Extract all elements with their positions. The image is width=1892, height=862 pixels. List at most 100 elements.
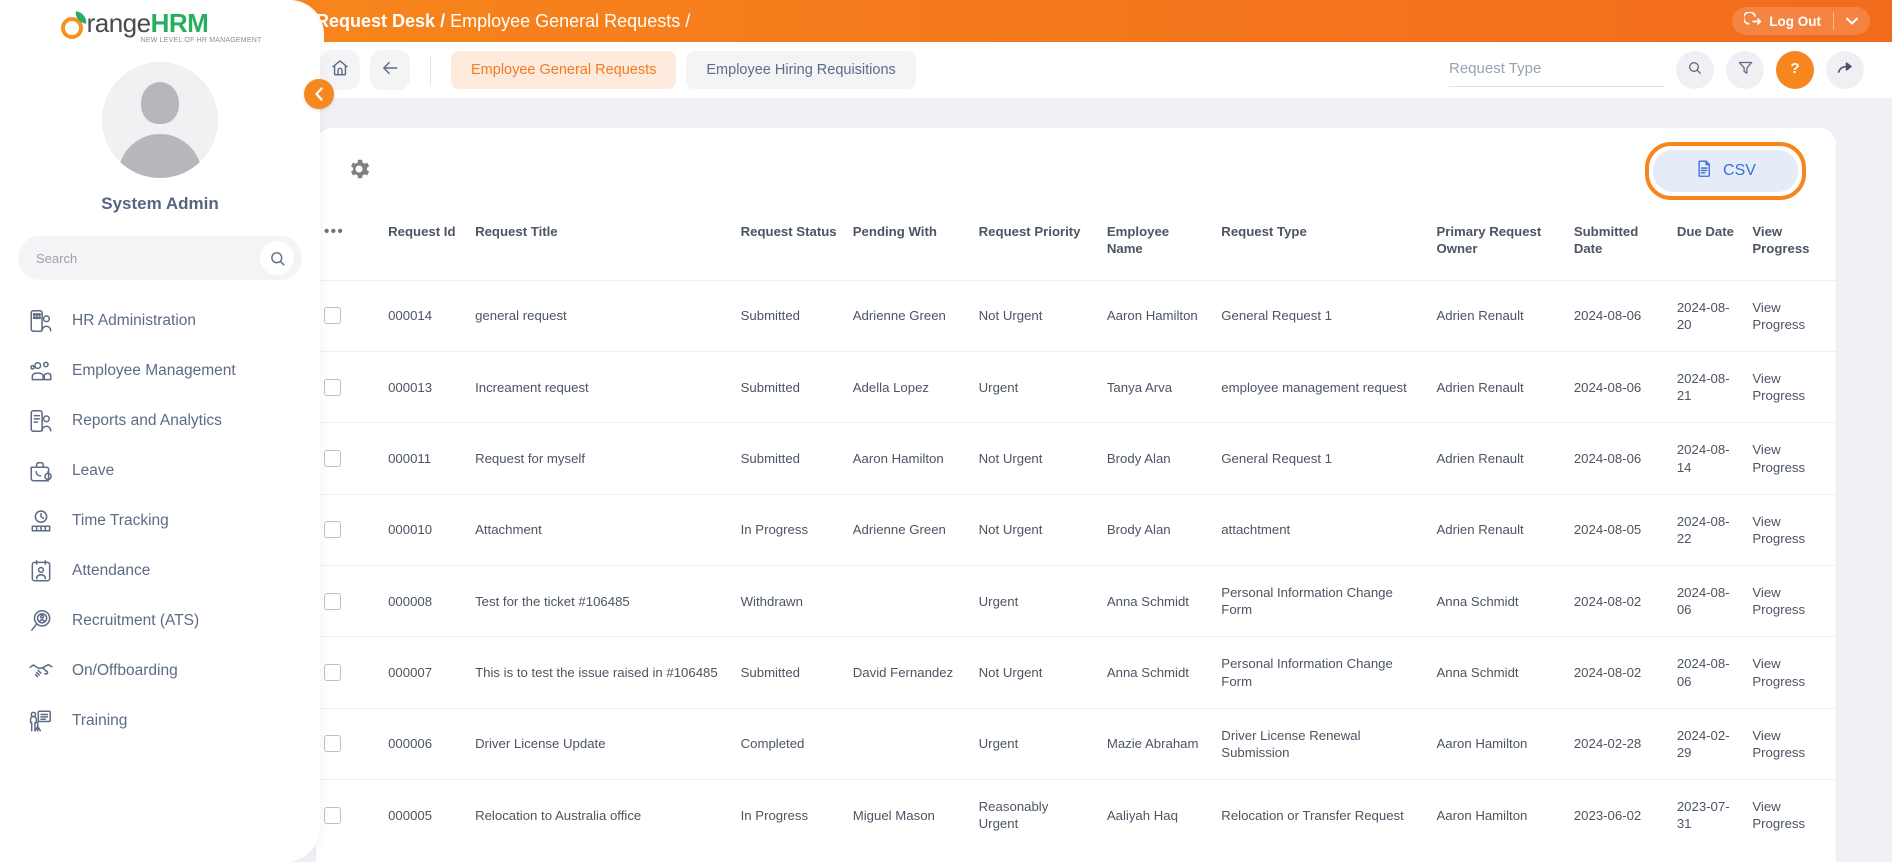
view-progress-link[interactable]: View Progress [1744,707,1836,780]
row-checkbox-cell[interactable] [316,351,381,423]
recruitment-icon [26,606,56,636]
row-checkbox[interactable] [324,806,341,824]
sidebar-item-label: Training [72,712,128,729]
row-checkbox-cell[interactable] [316,636,381,709]
row-checkbox-cell[interactable] [316,778,381,851]
cell-request-status: Submitted [732,636,845,709]
cell-request-title: Request for myself [467,422,733,495]
share-icon [1836,59,1854,82]
cell-employee-name: Aaliyah Haq [1098,778,1214,851]
column-header-submitted-date[interactable]: Submitted Date [1566,214,1669,280]
cell-due-date: 2024-08-21 [1668,351,1745,423]
table-row[interactable]: 000013 Increament request Submitted Adella … [316,351,1836,423]
cell-submitted-date: 2024-08-06 [1565,279,1669,352]
settings-button[interactable] [346,156,372,187]
view-progress-link[interactable]: View Progress [1744,565,1836,637]
sidebar-item-training[interactable]: Training [0,696,320,746]
column-header-request-id[interactable]: Request Id [380,214,467,280]
request-type-field[interactable] [1449,53,1664,87]
row-checkbox[interactable] [324,378,341,396]
view-progress-link[interactable]: View Progress [1744,279,1836,352]
column-header-request-type[interactable]: Request Type [1213,214,1428,280]
table-row[interactable]: 000005 Relocation to Australia office In P… [316,778,1836,851]
share-button[interactable] [1826,51,1864,89]
cell-due-date: 2023-07-31 [1668,778,1745,851]
table-row[interactable]: 000008 Test for the ticket #106485 Withdra… [316,565,1836,637]
sidebar-nav: HR Administration Employee Management Re… [0,296,320,746]
sidebar-item-label: Reports and Analytics [72,412,222,429]
tab-employee-general-requests[interactable]: Employee General Requests [451,51,677,89]
column-header-view-progress[interactable]: View Progress [1744,214,1836,280]
help-button[interactable]: ? [1776,51,1814,89]
avatar[interactable] [0,62,320,178]
help-icon: ? [1785,58,1805,83]
column-header-request-title[interactable]: Request Title [467,214,733,280]
sidebar-item-label: Time Tracking [72,512,169,529]
column-header-request-status[interactable]: Request Status [733,214,845,280]
cell-primary-request-owner: Adrien Renault [1428,493,1566,566]
search-input[interactable] [36,250,260,266]
column-header-primary-request-owner[interactable]: Primary Request Owner [1428,214,1565,280]
column-header-pending-with[interactable]: Pending With [845,214,971,280]
column-header-due-date[interactable]: Due Date [1669,214,1745,280]
row-checkbox[interactable] [324,521,341,539]
sidebar-collapse-button[interactable] [304,79,334,109]
row-checkbox[interactable] [324,735,341,753]
view-progress-link[interactable]: View Progress [1744,422,1836,495]
tab-employee-hiring-requisitions[interactable]: Employee Hiring Requisitions [686,51,916,89]
view-progress-link[interactable]: View Progress [1744,351,1836,423]
cell-submitted-date: 2024-08-05 [1565,493,1669,566]
breadcrumb-separator: / [435,10,451,31]
request-type-input[interactable] [1449,53,1664,87]
row-checkbox-cell[interactable] [316,279,381,352]
row-checkbox-cell[interactable] [316,565,381,637]
sidebar-item-attendance[interactable]: Attendance [0,546,320,596]
back-arrow-icon [380,58,400,83]
csv-export-button[interactable]: CSV [1653,150,1798,192]
view-progress-link[interactable]: View Progress [1744,493,1836,566]
cell-request-status: Withdrawn [732,565,845,637]
breadcrumb-root[interactable]: Request Desk [316,11,435,31]
cell-employee-name: Mazie Abraham [1098,707,1214,780]
table-row[interactable]: 000014 general request Submitted Adrienne G… [316,279,1836,352]
column-header-employee-name[interactable]: Employee Name [1099,214,1213,280]
row-checkbox-cell[interactable] [316,493,381,566]
sidebar-item-recruitment[interactable]: Recruitment (ATS) [0,596,320,646]
row-checkbox[interactable] [324,450,341,468]
sidebar-item-hr-administration[interactable]: HR Administration [0,296,320,346]
view-progress-link[interactable]: View Progress [1744,778,1836,851]
cell-request-id: 000013 [380,351,468,423]
attendance-icon [26,556,56,586]
gear-icon [346,156,372,187]
logout-button[interactable]: Log Out [1732,7,1870,35]
sidebar-item-employee-management[interactable]: Employee Management [0,346,320,396]
row-checkbox[interactable] [324,307,341,325]
chevron-down-icon[interactable] [1834,17,1870,25]
row-checkbox[interactable] [324,664,341,681]
brand-tagline: NEW LEVEL OF HR MANAGEMENT [140,37,262,44]
back-button[interactable] [370,50,410,90]
table-row[interactable]: 000007 This is to test the issue raised i… [316,636,1836,709]
cell-submitted-date: 2024-08-02 [1565,636,1669,709]
sidebar-item-leave[interactable]: Leave [0,446,320,496]
sidebar-search[interactable] [18,236,302,280]
row-menu-header[interactable]: ••• [316,214,380,280]
row-checkbox-cell[interactable] [316,707,381,780]
row-checkbox[interactable] [324,592,341,610]
sidebar-item-on-offboarding[interactable]: On/Offboarding [0,646,320,696]
sidebar-item-label: Attendance [72,562,151,579]
employee-management-icon [26,356,56,386]
table-row[interactable]: 000010 Attachment In Progress Adrienne Gree… [316,493,1836,566]
search-icon[interactable] [260,241,294,275]
view-progress-link[interactable]: View Progress [1744,636,1836,709]
sidebar-item-time-tracking[interactable]: Time Tracking [0,496,320,546]
sidebar-item-reports-and-analytics[interactable]: Reports and Analytics [0,396,320,446]
row-checkbox-cell[interactable] [316,422,381,495]
column-header-request-priority[interactable]: Request Priority [971,214,1099,280]
brand-logo[interactable]: rangeHRM NEW LEVEL OF HR MANAGEMENT [0,0,320,44]
cell-submitted-date: 2024-08-06 [1565,422,1669,495]
table-row[interactable]: 000011 Request for myself Submitted Aaron H… [316,422,1836,495]
search-button[interactable] [1676,51,1714,89]
table-row[interactable]: 000006 Driver License Update Completed Urge… [316,707,1836,780]
filter-button[interactable] [1726,51,1764,89]
